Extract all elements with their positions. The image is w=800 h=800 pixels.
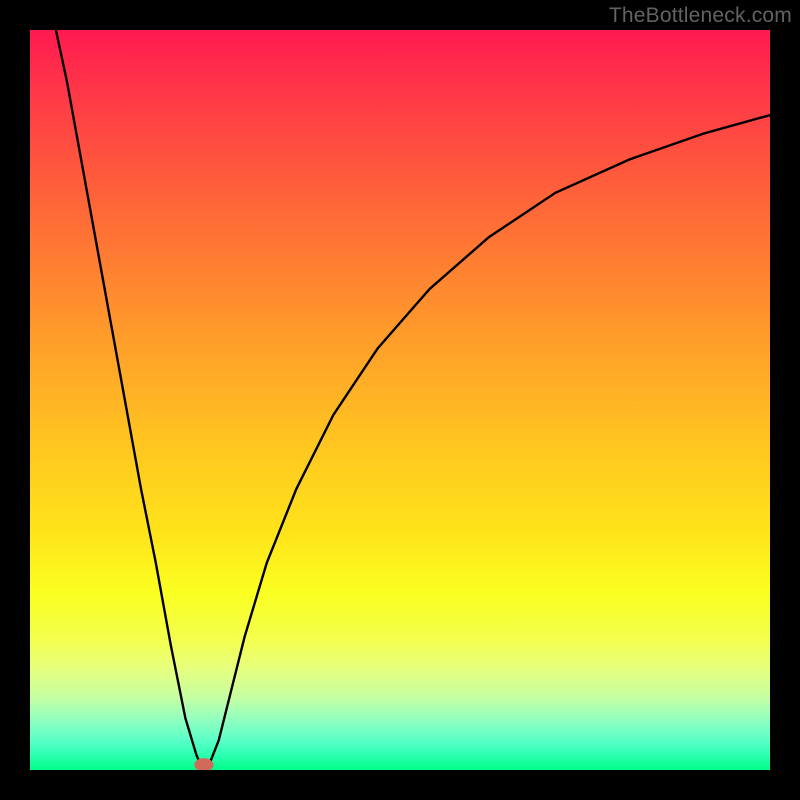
curve-right-branch xyxy=(208,115,770,768)
plot-area xyxy=(30,30,770,770)
chart-frame: TheBottleneck.com xyxy=(0,0,800,800)
curve-left-branch xyxy=(56,30,203,769)
watermark-text: TheBottleneck.com xyxy=(609,4,792,28)
curve-svg xyxy=(30,30,770,770)
